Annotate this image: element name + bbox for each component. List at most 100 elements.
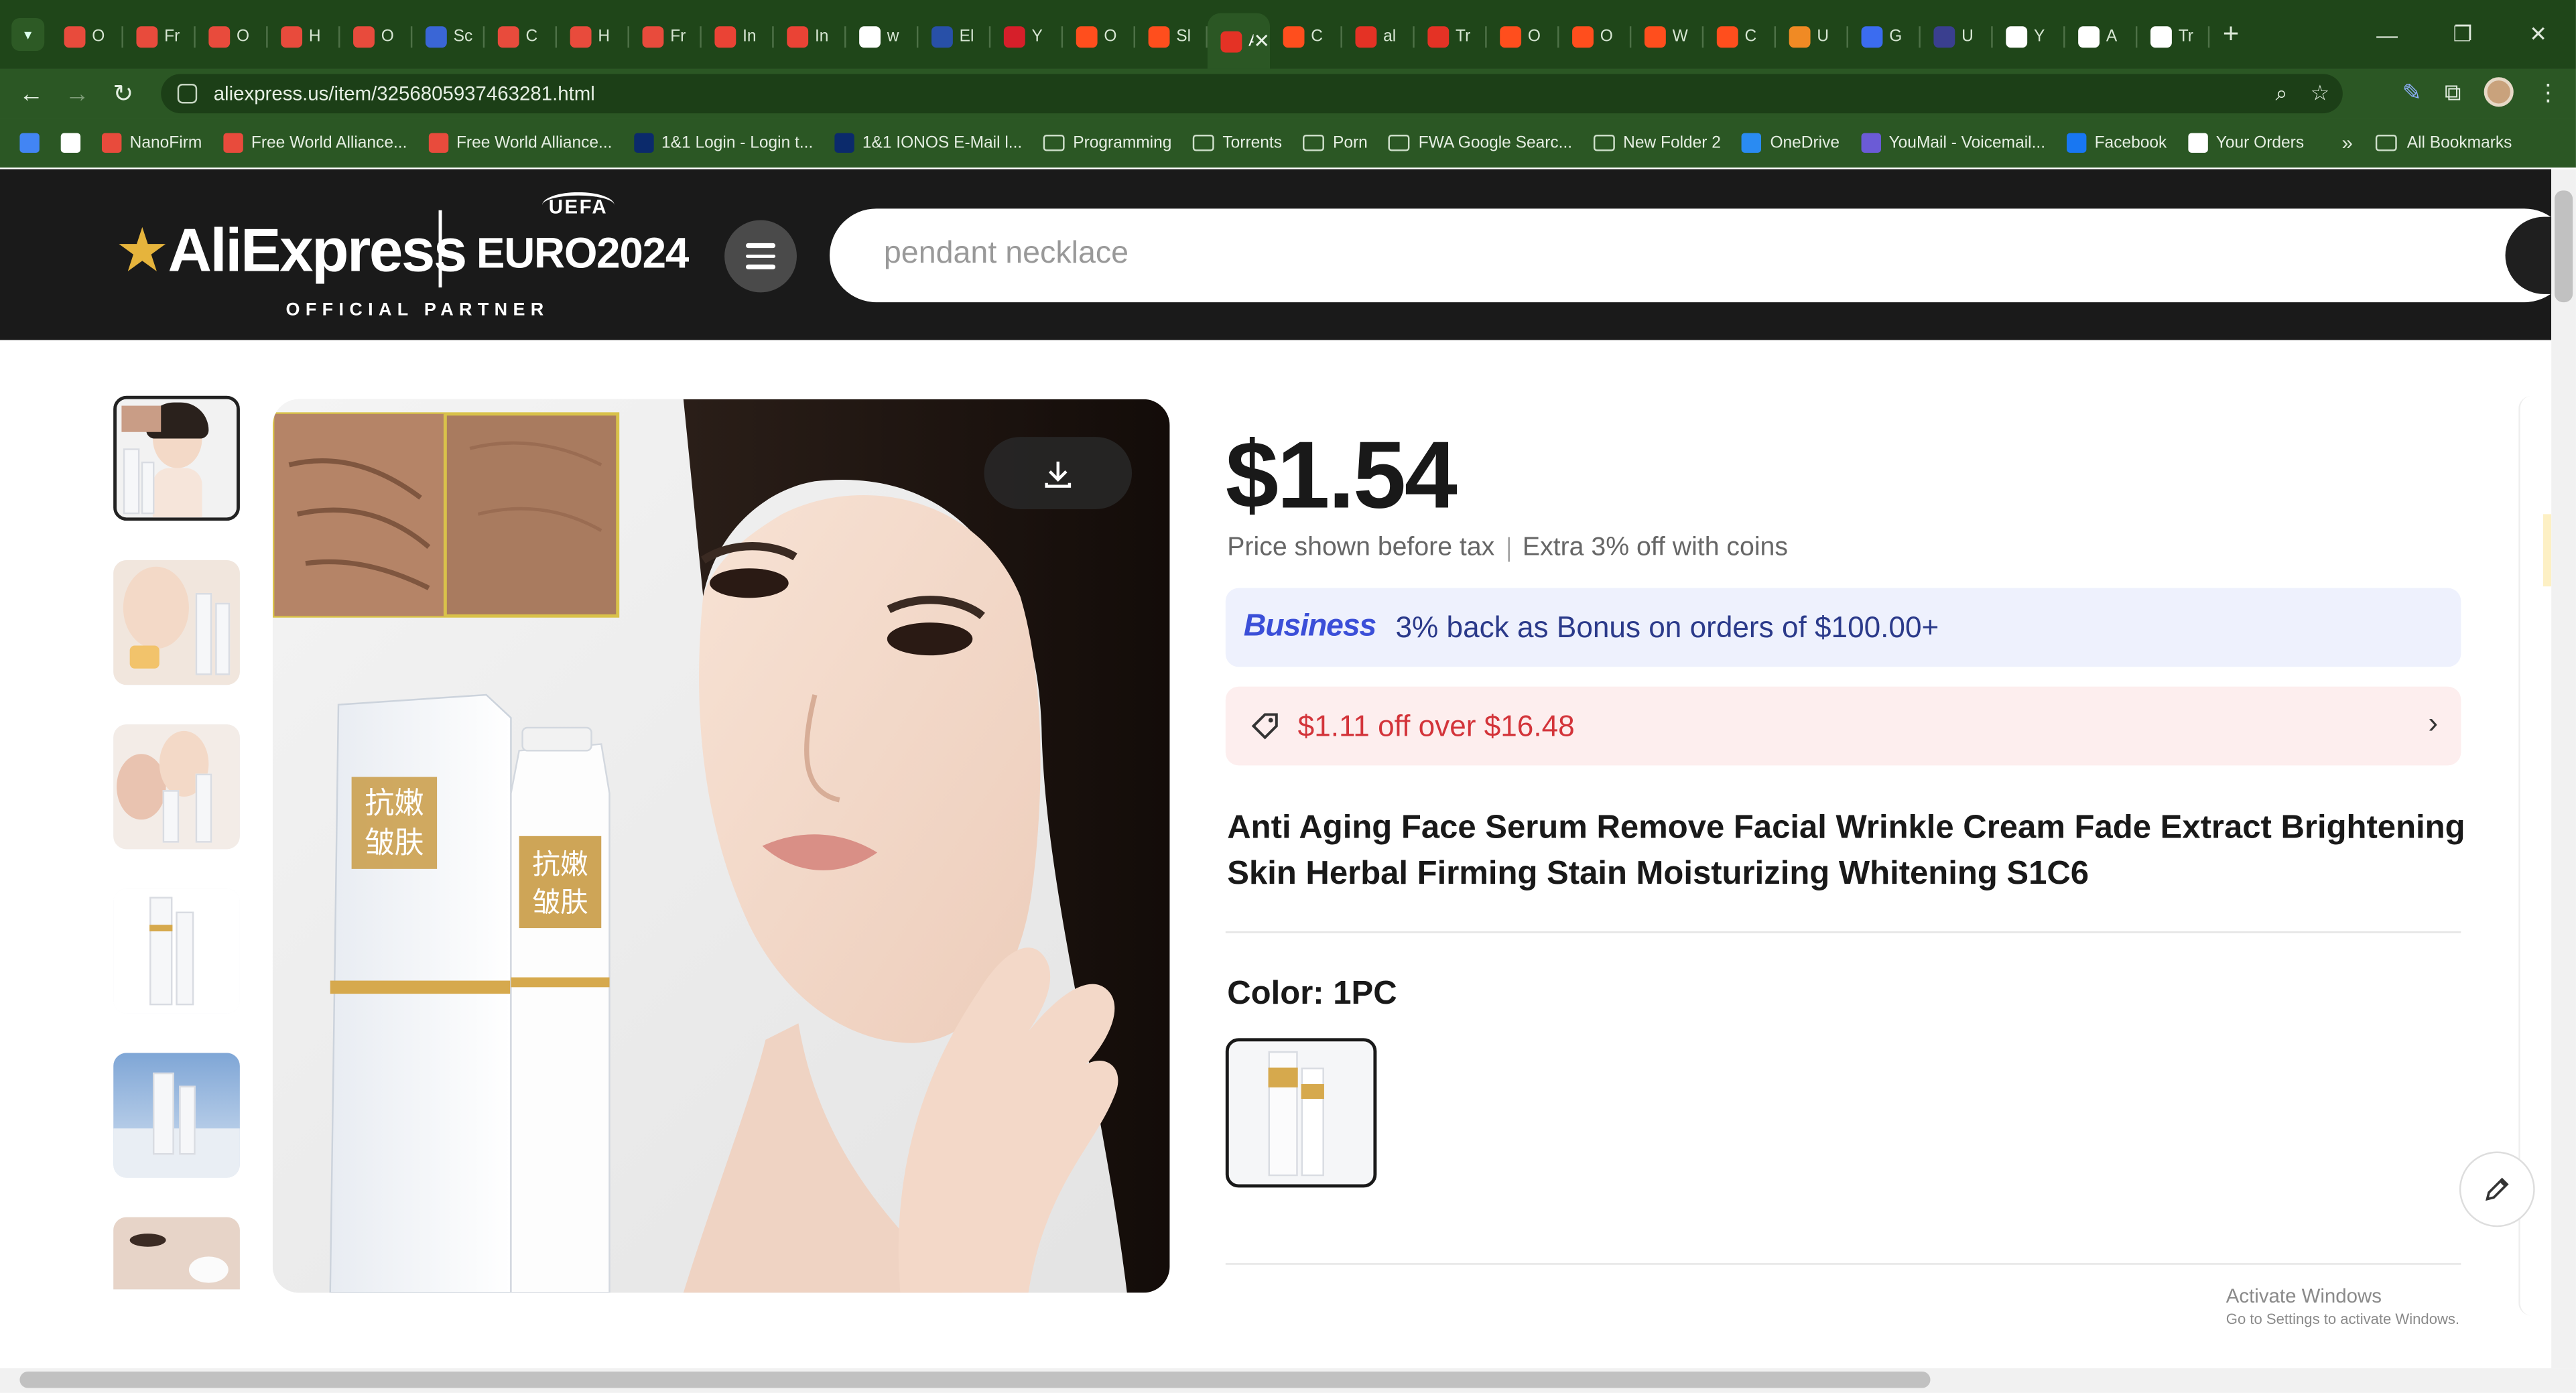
browser-tab[interactable]: A✕	[1207, 13, 1271, 69]
close-window-icon[interactable]: ✕	[2500, 0, 2576, 69]
extension-pen-icon[interactable]: ✎	[2402, 78, 2422, 106]
browser-tab[interactable]: W	[1631, 10, 1704, 62]
browser-tab[interactable]: U	[1921, 10, 1993, 62]
site-info-icon[interactable]	[177, 84, 198, 104]
bookmark-item[interactable]: Free World Alliance...	[223, 133, 407, 153]
bookmark-item[interactable]: 1&1 IONOS E-Mail l...	[834, 133, 1022, 153]
browser-tab[interactable]: O	[1063, 10, 1135, 62]
browser-tab[interactable]: El	[918, 10, 991, 62]
tab-close-icon[interactable]: ✕	[1253, 29, 1270, 52]
extensions-puzzle-icon[interactable]: ⧉	[2445, 78, 2461, 106]
thumbnail-1[interactable]	[113, 395, 240, 521]
more-bookmarks-button[interactable]: »	[2341, 131, 2352, 154]
vertical-scrollbar[interactable]	[2551, 169, 2576, 1369]
browser-tab[interactable]: Tr	[2137, 10, 2210, 62]
browser-tab[interactable]: O	[51, 10, 123, 62]
color-option-1pc[interactable]	[1225, 1038, 1377, 1188]
bookmark-item[interactable]: Your Orders	[2188, 133, 2304, 153]
tab-title: C	[1311, 27, 1324, 46]
bookmark-favicon-icon	[834, 133, 854, 153]
browser-tab[interactable]: Y	[990, 10, 1064, 62]
bookmark-item[interactable]	[60, 133, 81, 153]
bookmark-favicon-icon	[428, 133, 448, 153]
back-button[interactable]: ←	[8, 80, 54, 108]
restore-icon[interactable]: ❐	[2425, 0, 2500, 69]
tab-favicon-icon	[1355, 25, 1377, 47]
browser-tab[interactable]: H	[268, 10, 340, 62]
browser-tab[interactable]: al	[1342, 10, 1415, 62]
bookmark-folder[interactable]: Torrents	[1193, 134, 1282, 152]
tab-favicon-icon	[1076, 25, 1098, 47]
browser-tab[interactable]: O	[1559, 10, 1632, 62]
bookmark-folder[interactable]: Programming	[1043, 134, 1171, 152]
address-bar[interactable]: aliexpress.us/item/3256805937463281.html…	[161, 74, 2343, 114]
browser-tab[interactable]: O	[1487, 10, 1559, 62]
browser-tab[interactable]: In	[702, 10, 774, 62]
categories-menu-button[interactable]	[724, 220, 797, 293]
bookmark-folder[interactable]: Porn	[1303, 134, 1368, 152]
forward-button[interactable]: →	[54, 80, 101, 108]
browser-tab[interactable]: U	[1776, 10, 1848, 62]
browser-tab[interactable]: Sc	[412, 10, 485, 62]
aliexpress-logo[interactable]: ★AliExpress	[115, 215, 468, 285]
browser-tab[interactable]: Sl	[1135, 10, 1208, 62]
browser-menu-icon[interactable]: ⋮	[2536, 78, 2559, 106]
thumbnail-4[interactable]	[113, 888, 240, 1014]
browser-tab[interactable]: C	[1270, 10, 1342, 62]
browser-tab[interactable]: A	[2065, 10, 2138, 62]
browser-tab[interactable]: In	[774, 10, 846, 62]
browser-tab[interactable]: O	[340, 10, 413, 62]
bookmark-label: OneDrive	[1770, 133, 1840, 152]
tab-favicon-icon	[642, 25, 664, 47]
new-tab-button[interactable]: +	[2223, 18, 2239, 51]
search-input[interactable]	[883, 231, 2363, 278]
bookmarks-bar: NanoFirm Free World Alliance... Free World…	[0, 118, 2576, 168]
bookmark-item[interactable]: 1&1 Login - Login t...	[633, 133, 813, 153]
browser-tab[interactable]: Y	[1993, 10, 2065, 62]
browser-tab[interactable]: w	[846, 10, 919, 62]
bookmark-label: Free World Alliance...	[251, 133, 407, 152]
tab-title: El	[959, 27, 974, 46]
bookmark-item[interactable]	[19, 133, 40, 153]
browser-tab[interactable]: Tr	[1415, 10, 1487, 62]
vertical-scroll-thumb[interactable]	[2555, 190, 2573, 303]
bookmark-folder[interactable]: New Folder 2	[1593, 134, 1721, 152]
bookmark-label: Facebook	[2094, 133, 2167, 152]
bookmark-star-icon[interactable]: ☆	[2311, 80, 2330, 107]
browser-tab[interactable]: Fr	[123, 10, 196, 62]
zoom-icon[interactable]: ⌕	[2275, 80, 2287, 107]
bookmark-folder[interactable]: FWA Google Searc...	[1389, 134, 1572, 152]
thumbnail-2[interactable]	[113, 559, 240, 685]
profile-avatar[interactable]	[2484, 77, 2514, 107]
all-bookmarks-button[interactable]: All Bookmarks	[2376, 134, 2512, 152]
minimize-icon[interactable]: —	[2349, 0, 2425, 69]
reload-button[interactable]: ↻	[101, 79, 147, 109]
browser-tab[interactable]: C	[485, 10, 558, 62]
tab-favicon-icon	[2078, 25, 2100, 47]
bookmark-item[interactable]: NanoFirm	[101, 133, 202, 153]
product-title: Anti Aging Face Serum Remove Facial Wrin…	[1227, 809, 2465, 892]
browser-tab[interactable]: H	[557, 10, 629, 62]
bookmark-item[interactable]: Facebook	[2066, 133, 2167, 153]
color-label: Color: 1PC	[1227, 976, 1397, 1012]
coupon-banner[interactable]: $1.11 off over $16.48 ›	[1225, 686, 2461, 766]
browser-tab[interactable]: C	[1703, 10, 1777, 62]
main-product-image[interactable]: 抗嫩 皱肤 抗嫩 皱肤	[272, 399, 1170, 1293]
coupon-tag-icon	[1251, 713, 1278, 740]
search-button[interactable]	[2505, 216, 2552, 294]
edit-button[interactable]	[2459, 1151, 2535, 1228]
bookmark-item[interactable]: OneDrive	[1742, 133, 1840, 153]
thumbnail-5[interactable]	[113, 1053, 240, 1178]
thumbnail-3[interactable]	[113, 724, 240, 850]
box-chinese-text-2: 皱肤	[365, 825, 424, 860]
bookmark-item[interactable]: YouMail - Voicemail...	[1860, 133, 2045, 153]
download-button[interactable]	[984, 437, 1133, 509]
browser-tab[interactable]: O	[196, 10, 268, 62]
horizontal-scroll-thumb[interactable]	[19, 1372, 1931, 1388]
tab-favicon-icon	[1427, 25, 1450, 47]
bookmark-item[interactable]: Free World Alliance...	[428, 133, 612, 153]
tab-search-button[interactable]: ▾	[11, 17, 45, 51]
browser-tab[interactable]: Fr	[629, 10, 702, 62]
thumbnail-6[interactable]	[113, 1217, 240, 1290]
browser-tab[interactable]: G	[1848, 10, 1921, 62]
